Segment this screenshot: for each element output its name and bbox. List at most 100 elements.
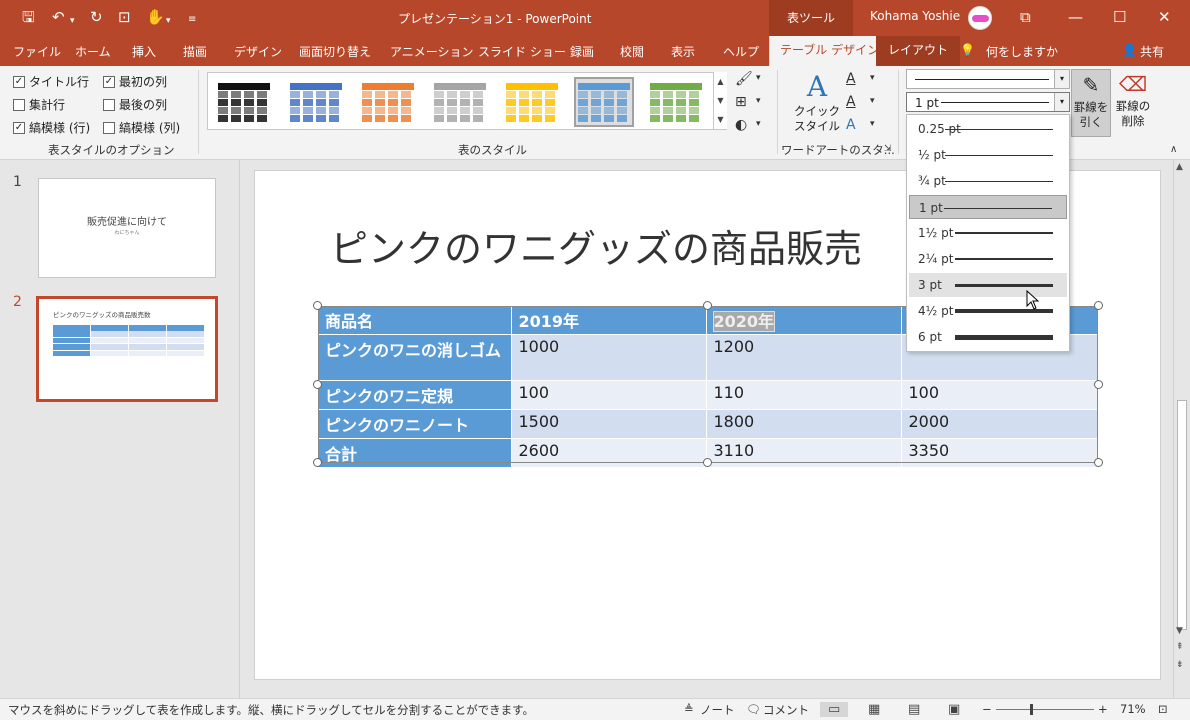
tab-design[interactable]: デザイン [234,43,282,60]
collapse-ribbon-icon[interactable]: ∧ [1170,144,1177,155]
tab-home[interactable]: ホーム [75,43,111,60]
resize-handle[interactable] [1094,301,1103,310]
checkbox-last-column[interactable]: 最後の列 [103,96,167,113]
zoom-slider-knob[interactable] [1029,704,1033,715]
avatar[interactable] [968,6,992,30]
resize-handle[interactable] [1094,380,1103,389]
table-style-swatch[interactable] [288,79,344,125]
user-name[interactable]: Kohama Yoshie [870,9,960,23]
gallery-more[interactable]: ▼ [713,110,727,129]
shading-dropdown-icon[interactable]: ▾ [756,73,761,83]
pen-weight-option[interactable]: 2¼ pt [909,247,1067,271]
zoom-level[interactable]: 71% [1120,702,1146,716]
vertical-scrollbar[interactable]: ▲ ▼ ⇞ ⇟ [1173,160,1190,698]
borders-icon[interactable]: ⊞ [735,94,747,110]
pen-style-dropdown[interactable]: ▾ [906,69,1070,89]
pen-weight-option[interactable]: 3 pt [909,273,1067,297]
ribbon-display-icon[interactable]: ⧉ [1020,8,1031,26]
gallery-scroll-down[interactable]: ▼ [713,91,727,110]
fit-slide-icon[interactable]: ⊡ [1158,702,1168,716]
chevron-down-icon[interactable]: ▾ [1054,70,1069,88]
text-fill-icon[interactable]: A [846,71,856,87]
table-style-swatch[interactable] [648,79,704,125]
eraser-button[interactable]: ⌫ 罫線の 削除 [1113,69,1153,137]
chevron-down-icon[interactable]: ▾ [1054,93,1069,111]
shading-icon[interactable]: 🖌 [735,71,753,87]
text-fill-dropdown-icon[interactable]: ▾ [870,73,875,83]
scroll-up-icon[interactable]: ▲ [1176,162,1183,172]
zoom-out-icon[interactable]: − [982,702,992,716]
borders-dropdown-icon[interactable]: ▾ [756,96,761,106]
pen-weight-option[interactable]: 1 pt [909,195,1067,219]
undo-icon[interactable]: ↶ [52,8,65,26]
table-style-swatch[interactable] [574,77,634,127]
resize-handle[interactable] [313,458,322,467]
zoom-slider[interactable] [996,709,1094,710]
tab-view[interactable]: 表示 [671,43,695,60]
touch-mode-icon[interactable]: ✋ [146,8,165,26]
gallery-scroll-up[interactable]: ▲ [713,72,727,91]
comments-button[interactable]: コメント [763,702,809,718]
resize-handle[interactable] [703,458,712,467]
pen-weight-option[interactable]: 4½ pt [909,299,1067,323]
table-style-swatch[interactable] [504,79,560,125]
text-effects-dropdown-icon[interactable]: ▾ [870,119,875,129]
resize-handle[interactable] [703,301,712,310]
quick-styles-button[interactable]: A クイック スタイル [789,70,845,134]
resize-handle[interactable] [1094,458,1103,467]
tab-file[interactable]: ファイル [13,43,61,60]
draw-table-button[interactable]: ✎ 罫線を 引く [1071,69,1111,137]
tab-table-design[interactable]: テーブル デザイン [769,36,891,66]
table-style-swatch[interactable] [360,79,416,125]
pen-weight-option[interactable]: 1½ pt [909,221,1067,245]
slide-title[interactable]: ピンクのワニグッズの商品販売 [330,218,862,273]
pen-weight-option[interactable]: ½ pt [909,143,1067,167]
notes-button[interactable]: ノート [700,702,735,718]
pen-weight-option[interactable]: 0.25 pt [909,117,1067,141]
table-style-swatch[interactable] [432,79,488,125]
tab-transitions[interactable]: 画面切り替え [299,43,371,60]
resize-handle[interactable] [313,380,322,389]
redo-icon[interactable]: ↻ [90,8,103,26]
effects-icon[interactable]: ◐ [735,117,747,133]
tab-insert[interactable]: 挿入 [132,43,156,60]
maximize-icon[interactable]: ☐ [1113,8,1126,26]
slideshow-view-icon[interactable]: ▣ [948,702,960,717]
share-button[interactable]: 共有 [1140,43,1164,60]
slide-thumbnail-2[interactable]: ピンクのワニグッズの商品販売数 [36,296,218,402]
tab-review[interactable]: 校閲 [620,43,644,60]
undo-dropdown-icon[interactable]: ▾ [70,12,75,30]
save-icon[interactable]: 🖫 [22,8,35,26]
slide-sorter-icon[interactable]: ▦ [868,702,880,717]
table-style-gallery[interactable] [207,72,727,130]
tab-animations[interactable]: アニメーション [390,43,474,60]
next-slide-icon[interactable]: ⇟ [1176,660,1184,670]
reading-view-icon[interactable]: ▤ [908,702,920,717]
checkbox-total-row[interactable]: 集計行 [13,96,65,113]
minimize-icon[interactable]: — [1068,8,1083,26]
resize-handle[interactable] [313,301,322,310]
tab-help[interactable]: ヘルプ [723,43,759,60]
close-icon[interactable]: ✕ [1158,8,1171,26]
checkbox-first-column[interactable]: ✓ 最初の列 [103,73,167,90]
table-style-swatch[interactable] [216,79,272,125]
zoom-in-icon[interactable]: + [1098,702,1108,716]
text-outline-icon[interactable]: A [846,94,856,110]
customize-qat-icon[interactable]: ≡ [188,11,196,29]
tab-layout[interactable]: レイアウト [876,36,961,66]
text-effects-icon[interactable]: A [846,117,856,133]
tab-slideshow[interactable]: スライド ショー [478,43,566,60]
scroll-down-icon[interactable]: ▼ [1176,626,1183,636]
pen-weight-dropdown[interactable]: 1 pt ▾ [906,92,1070,112]
dialog-launcher-icon[interactable]: ⇲ [884,144,892,154]
normal-view-icon[interactable]: ▭ [820,702,849,717]
text-outline-dropdown-icon[interactable]: ▾ [870,96,875,106]
checkbox-header-row[interactable]: ✓ タイトル行 [13,73,89,90]
effects-dropdown-icon[interactable]: ▾ [756,119,761,129]
scrollbar-thumb[interactable] [1177,400,1187,630]
tab-record[interactable]: 録画 [570,43,594,60]
slide-thumbnail-1[interactable]: 販売促進に向けて わにちゃん [38,178,216,278]
tab-draw[interactable]: 描画 [183,43,207,60]
checkbox-banded-rows[interactable]: ✓ 縞模様 (行) [13,119,90,136]
pen-weight-option[interactable]: ¾ pt [909,169,1067,193]
